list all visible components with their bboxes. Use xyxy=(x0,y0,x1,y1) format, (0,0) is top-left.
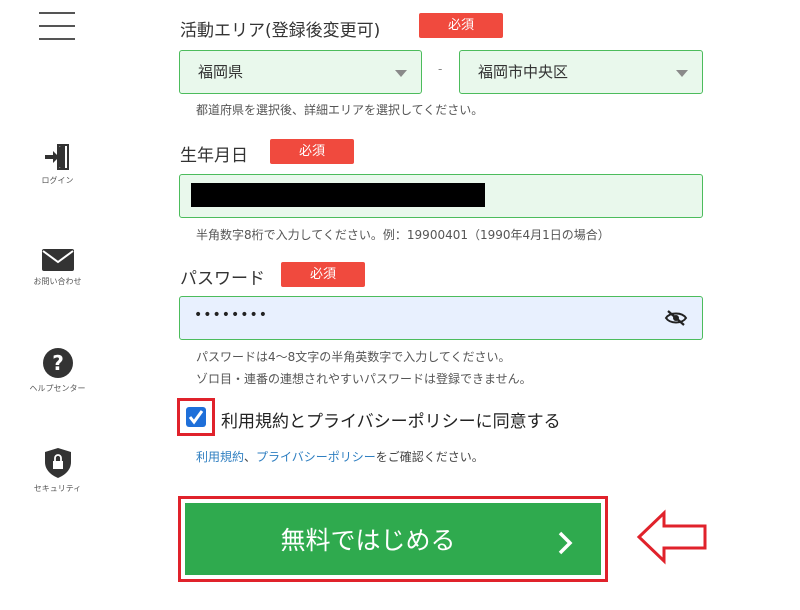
start-free-button[interactable]: 無料ではじめる xyxy=(185,503,601,575)
prefecture-value: 福岡県 xyxy=(198,63,244,81)
checkbox-highlight xyxy=(177,398,215,436)
links-separator: 、 xyxy=(244,450,257,464)
required-badge: 必須 xyxy=(281,262,365,287)
city-select[interactable]: 福岡市中央区 xyxy=(459,50,703,94)
prefecture-select[interactable]: 福岡県 xyxy=(179,50,422,94)
sidebar-item-login[interactable]: ログイン xyxy=(0,143,115,186)
required-badge: 必須 xyxy=(419,13,503,38)
eye-slash-icon[interactable] xyxy=(664,309,688,327)
agree-checkbox[interactable] xyxy=(186,407,206,427)
password-label: パスワード xyxy=(180,269,265,289)
birthdate-label: 生年月日 xyxy=(180,146,248,166)
area-separator: - xyxy=(438,62,443,76)
password-hint-1: パスワードは4〜8文字の半角英数字で入力してください。 xyxy=(196,350,511,364)
terms-link[interactable]: 利用規約 xyxy=(196,450,244,464)
area-label: 活動エリア(登録後変更可) xyxy=(180,21,381,41)
sidebar: ログイン お問い合わせ ? ヘルプセンター セキュリティ xyxy=(0,0,115,610)
pointer-arrow-icon xyxy=(636,509,707,565)
password-value: •••••••• xyxy=(194,307,269,323)
area-hint: 都道府県を選択後、詳細エリアを選択してください。 xyxy=(196,103,484,117)
password-input[interactable]: •••••••• xyxy=(179,296,703,340)
privacy-link[interactable]: プライバシーポリシー xyxy=(256,450,376,464)
start-free-label: 無料ではじめる xyxy=(280,526,456,555)
sidebar-item-label: ログイン xyxy=(41,176,74,185)
terms-links: 利用規約、プライバシーポリシーをご確認ください。 xyxy=(196,448,484,465)
security-shield-icon xyxy=(44,448,71,478)
sidebar-item-security[interactable]: セキュリティ xyxy=(0,447,115,494)
agree-label[interactable]: 利用規約とプライバシーポリシーに同意する xyxy=(221,407,561,432)
chevron-down-icon xyxy=(395,70,407,77)
links-suffix: をご確認ください。 xyxy=(375,450,484,464)
cta-highlight: 無料ではじめる xyxy=(178,496,608,582)
chevron-right-icon xyxy=(558,531,573,555)
help-icon: ? xyxy=(42,348,73,378)
sidebar-item-label: セキュリティ xyxy=(33,484,82,493)
birthdate-hint: 半角数字8桁で入力してください。例：19900401（1990年4月1日の場合） xyxy=(196,228,610,242)
chevron-down-icon xyxy=(676,70,688,77)
checkmark-icon xyxy=(188,410,204,425)
mail-icon xyxy=(41,249,74,271)
svg-text:?: ? xyxy=(52,351,64,375)
hamburger-menu-icon[interactable] xyxy=(39,12,75,42)
city-value: 福岡市中央区 xyxy=(478,63,569,81)
password-hint-2: ゾロ目・連番の連想されやすいパスワードは登録できません。 xyxy=(196,372,532,386)
required-badge: 必須 xyxy=(270,139,354,164)
redacted-value xyxy=(191,183,485,207)
birthdate-input[interactable] xyxy=(179,174,703,218)
sidebar-item-help[interactable]: ? ヘルプセンター xyxy=(0,347,115,394)
sidebar-item-contact[interactable]: お問い合わせ xyxy=(0,248,115,287)
login-icon xyxy=(44,144,69,170)
sidebar-item-label: ヘルプセンター xyxy=(29,384,86,393)
sidebar-item-label: お問い合わせ xyxy=(33,277,82,286)
